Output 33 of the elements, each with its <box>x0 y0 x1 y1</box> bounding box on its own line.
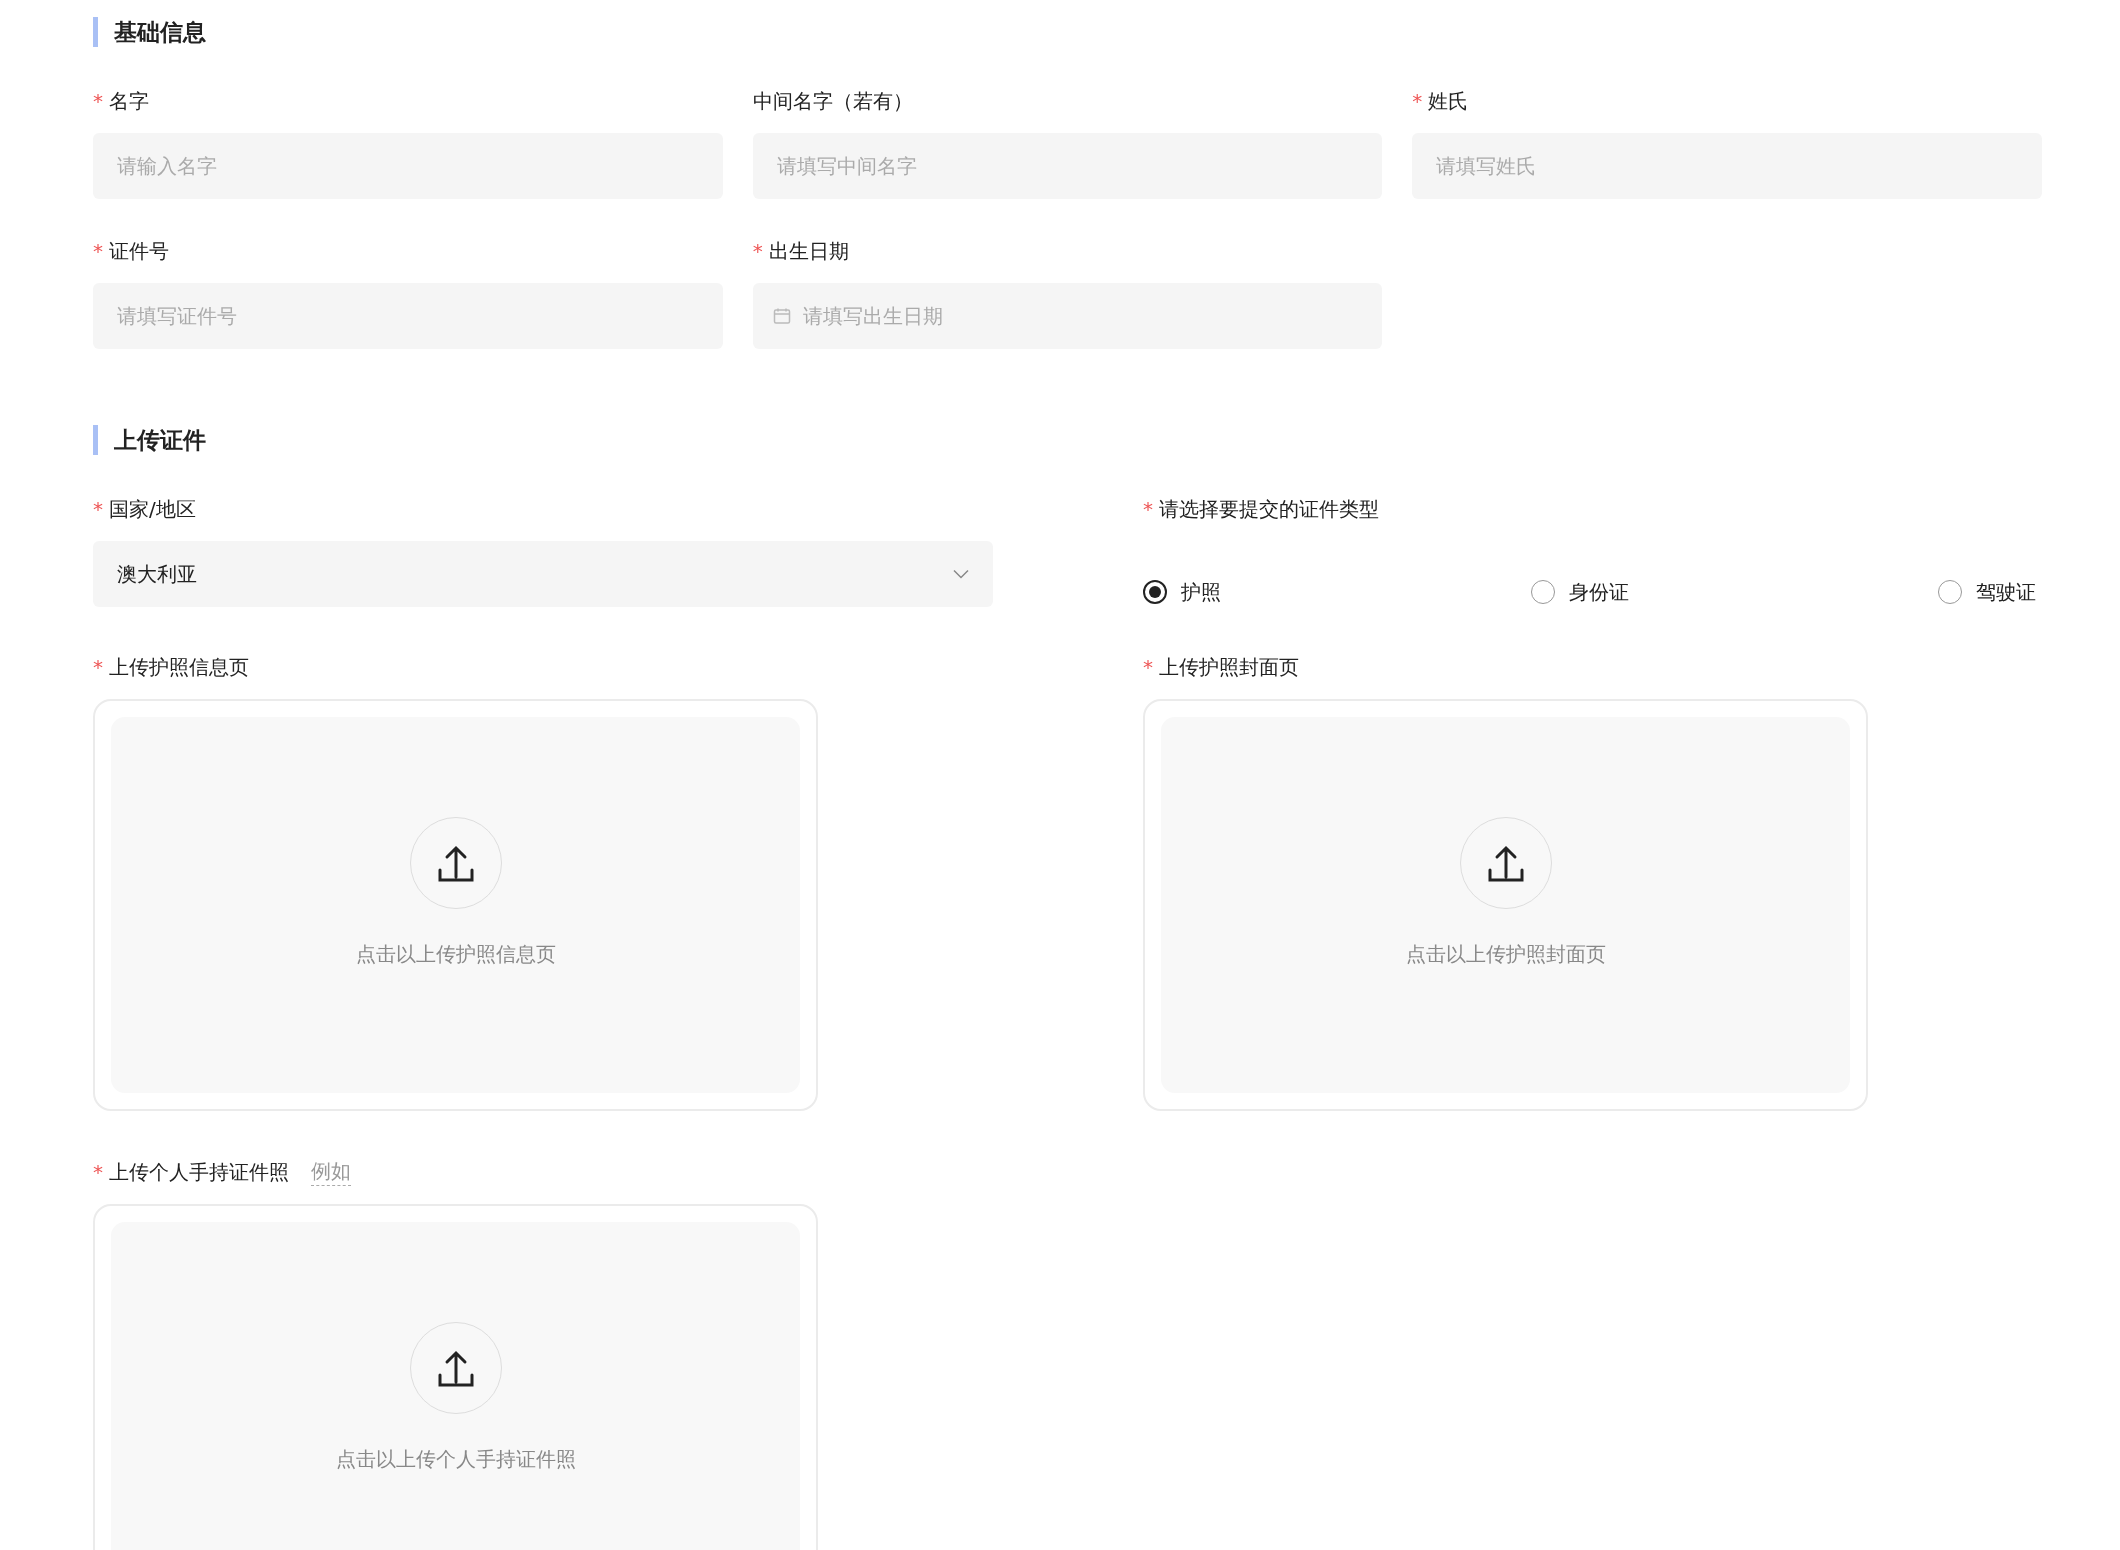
text-field[interactable]: 请填写证件号 <box>93 283 723 349</box>
required-mark: * <box>1143 496 1153 523</box>
upload-hint: 点击以上传个人手持证件照 <box>335 1446 576 1473</box>
radio-option[interactable]: 护照 <box>1143 577 1221 607</box>
required-mark: * <box>93 496 103 523</box>
field-label: 上传个人手持证件照 <box>109 1158 289 1186</box>
field-label: 国家/地区 <box>109 496 196 523</box>
required-mark: * <box>1412 88 1423 115</box>
field-label: 名字 <box>109 88 149 115</box>
required-mark: * <box>93 654 103 681</box>
upload-hint: 点击以上传护照信息页 <box>355 941 556 968</box>
text-field[interactable]: 请填写姓氏 <box>1412 133 2042 199</box>
radio-option[interactable]: 身份证 <box>1530 577 1629 607</box>
text-field[interactable]: 请填写中间名字 <box>752 133 1383 199</box>
date-field[interactable]: 请填写出生日期 <box>752 283 1383 349</box>
upload-hint: 点击以上传护照封面页 <box>1405 941 1606 968</box>
required-mark: * <box>93 238 103 265</box>
required-mark: * <box>1143 654 1153 681</box>
radio-option[interactable]: 驾驶证 <box>1938 577 2036 607</box>
section-title: 上传证件 <box>93 425 2042 455</box>
required-mark: * <box>752 238 763 265</box>
field-label: 出生日期 <box>768 238 849 265</box>
field-label: 上传护照信息页 <box>109 654 249 681</box>
required-mark: * <box>93 88 103 115</box>
field-label: 证件号 <box>109 238 169 265</box>
required-mark: * <box>93 1158 103 1186</box>
field-label: 请选择要提交的证件类型 <box>1159 496 1379 523</box>
field-label: 中间名字（若有） <box>752 88 913 115</box>
field-label: 上传护照封面页 <box>1159 654 1299 681</box>
text-field[interactable]: 请输入名字 <box>93 133 723 199</box>
field-label: 姓氏 <box>1428 88 1469 115</box>
section-title: 基础信息 <box>93 17 2042 47</box>
country-select[interactable]: 澳大利亚 <box>93 541 993 607</box>
